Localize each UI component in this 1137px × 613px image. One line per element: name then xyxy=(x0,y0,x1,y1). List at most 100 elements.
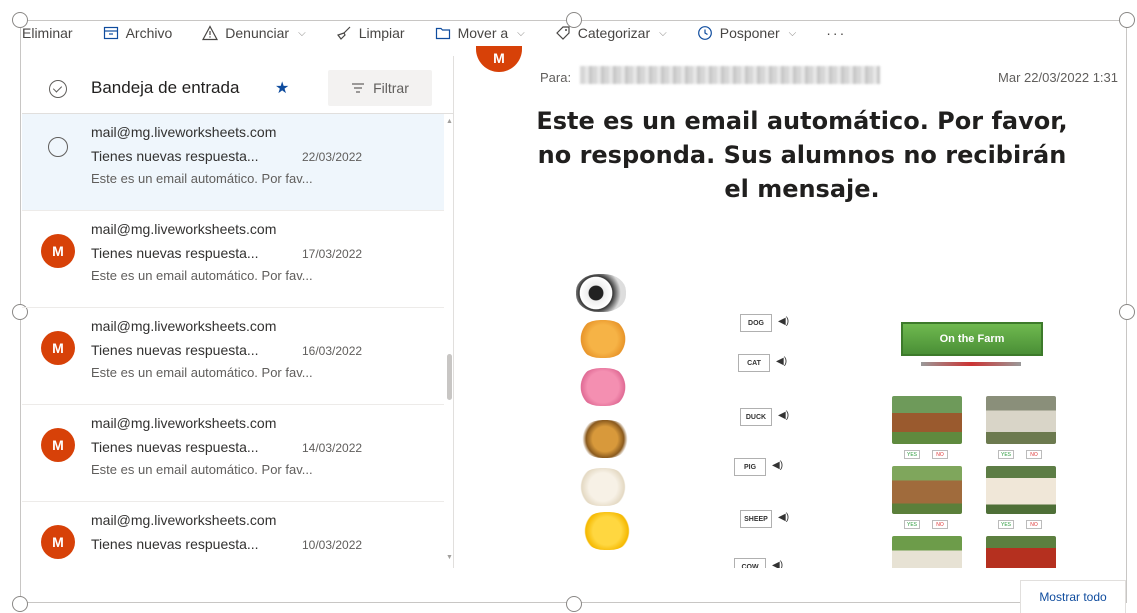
word-box[interactable]: CAT xyxy=(738,354,770,372)
mail-preview: Este es un email automático. Por fav... xyxy=(91,268,313,283)
cow-picture xyxy=(576,274,626,312)
clock-icon xyxy=(697,26,712,40)
mail-subject: Tienes nuevas respuesta... xyxy=(91,342,259,358)
speaker-icon[interactable]: ◀) xyxy=(778,316,789,327)
avatar: M xyxy=(41,428,75,462)
message-date: Mar 22/03/2022 1:31 xyxy=(998,70,1118,85)
hen-photo xyxy=(986,536,1056,568)
avatar: M xyxy=(41,234,75,268)
move-to-button[interactable]: Mover a ⌵ xyxy=(435,25,525,41)
favorite-star-icon[interactable]: ★ xyxy=(275,78,289,98)
word-box[interactable]: DUCK xyxy=(740,408,772,426)
mail-item[interactable]: M mail@mg.liveworksheets.com Tienes nuev… xyxy=(22,211,444,308)
scroll-down-icon[interactable]: ▼ xyxy=(446,554,453,561)
duck-picture xyxy=(582,512,632,550)
no-option[interactable]: NO xyxy=(1026,520,1042,529)
cow-photo xyxy=(892,396,962,444)
mail-sender: mail@mg.liveworksheets.com xyxy=(91,221,277,237)
toolbar-label: Eliminar xyxy=(22,25,73,41)
folder-title: Bandeja de entrada xyxy=(91,78,240,97)
word-box[interactable]: SHEEP xyxy=(740,510,772,528)
delete-button[interactable]: Eliminar xyxy=(22,25,73,41)
message-list-pane: Bandeja de entrada ★ Filtrar mail@mg.liv… xyxy=(22,56,454,568)
mail-subject: Tienes nuevas respuesta... xyxy=(91,536,259,552)
no-option[interactable]: NO xyxy=(1026,450,1042,459)
more-icon: ··· xyxy=(826,25,847,41)
resize-handle[interactable] xyxy=(566,596,582,612)
word-box[interactable]: PIG xyxy=(734,458,766,476)
recipient-label: Para: xyxy=(540,70,572,85)
mail-date: 16/03/2022 xyxy=(302,344,363,358)
mail-sender: mail@mg.liveworksheets.com xyxy=(91,415,277,431)
chevron-down-icon: ⌵ xyxy=(659,27,667,39)
avatar: M xyxy=(41,331,75,365)
cat-photo xyxy=(986,466,1056,514)
speaker-icon[interactable]: ◀) xyxy=(772,460,783,471)
pig-picture xyxy=(578,368,628,406)
no-option[interactable]: NO xyxy=(932,520,948,529)
mail-date: 14/03/2022 xyxy=(302,441,363,455)
mail-preview: Este es un email automático. Por fav... xyxy=(91,171,313,186)
broom-icon xyxy=(336,26,351,40)
select-circle-icon[interactable] xyxy=(48,137,68,157)
toolbar-label: Limpiar xyxy=(358,25,405,41)
mail-item[interactable]: M mail@mg.liveworksheets.com Tienes nuev… xyxy=(22,405,444,502)
mail-sender: mail@mg.liveworksheets.com xyxy=(91,318,277,334)
toolbar-label: Denunciar xyxy=(225,25,290,41)
chevron-down-icon: ⌵ xyxy=(298,27,306,39)
mail-item[interactable]: mail@mg.liveworksheets.com Tienes nuevas… xyxy=(22,114,444,211)
yes-option[interactable]: YES xyxy=(998,450,1014,459)
categorize-button[interactable]: Categorizar ⌵ xyxy=(555,25,667,41)
sheep-picture xyxy=(578,468,628,506)
word-box[interactable]: DOG xyxy=(740,314,772,332)
sheep-photo xyxy=(892,536,962,568)
toolbar-label: Categorizar xyxy=(577,25,651,41)
message-headline: Este es un email automático. Por favor, … xyxy=(536,107,1068,203)
filter-button[interactable]: Filtrar xyxy=(328,70,432,106)
banner-subtitle xyxy=(921,362,1021,366)
scroll-up-icon[interactable]: ▲ xyxy=(446,118,453,125)
mail-preview: Este es un email automático. Por fav... xyxy=(91,365,313,380)
message-list-scrollbar[interactable]: ▲ ▼ xyxy=(446,114,454,568)
toolbar-label: Posponer xyxy=(719,25,780,41)
word-box[interactable]: COW xyxy=(734,558,766,568)
horse-photo xyxy=(892,466,962,514)
no-option[interactable]: NO xyxy=(932,450,948,459)
chevron-down-icon: ⌵ xyxy=(517,27,525,39)
resize-handle[interactable] xyxy=(12,596,28,612)
mail-item[interactable]: M mail@mg.liveworksheets.com Tienes nuev… xyxy=(22,502,444,568)
archive-icon xyxy=(103,26,118,40)
avatar: M xyxy=(41,525,75,559)
worksheet-banner: On the Farm xyxy=(901,322,1043,356)
warning-icon xyxy=(202,25,219,41)
more-options-button[interactable]: ··· xyxy=(826,25,846,41)
speaker-icon[interactable]: ◀) xyxy=(772,560,783,568)
yes-option[interactable]: YES xyxy=(904,450,920,459)
archive-button[interactable]: Archivo xyxy=(103,25,172,41)
show-all-button[interactable]: Mostrar todo xyxy=(1020,580,1126,613)
mail-date: 17/03/2022 xyxy=(302,247,363,261)
speaker-icon[interactable]: ◀) xyxy=(776,356,787,367)
mail-date: 10/03/2022 xyxy=(302,538,363,552)
goat-photo xyxy=(986,396,1056,444)
snooze-button[interactable]: Posponer ⌵ xyxy=(697,25,796,41)
dog-picture xyxy=(580,420,630,458)
mail-date: 22/03/2022 xyxy=(302,150,363,164)
speaker-icon[interactable]: ◀) xyxy=(778,512,789,523)
mail-sender: mail@mg.liveworksheets.com xyxy=(91,124,277,140)
scroll-thumb[interactable] xyxy=(447,354,452,400)
select-all-icon[interactable] xyxy=(49,80,67,98)
sweep-button[interactable]: Limpiar xyxy=(336,25,405,41)
cat-picture xyxy=(578,320,628,358)
tag-icon xyxy=(555,26,570,40)
worksheet-image: DOG ◀) CAT ◀) DUCK ◀) PIG ◀) SHEEP ◀) CO… xyxy=(576,262,1056,568)
speaker-icon[interactable]: ◀) xyxy=(778,410,789,421)
mail-sender: mail@mg.liveworksheets.com xyxy=(91,512,277,528)
mail-list: mail@mg.liveworksheets.com Tienes nuevas… xyxy=(22,114,444,568)
yes-option[interactable]: YES xyxy=(998,520,1014,529)
toolbar-label: Mover a xyxy=(457,25,509,41)
yes-option[interactable]: YES xyxy=(904,520,920,529)
report-button[interactable]: Denunciar ⌵ xyxy=(202,25,306,41)
mail-item[interactable]: M mail@mg.liveworksheets.com Tienes nuev… xyxy=(22,308,444,405)
mail-subject: Tienes nuevas respuesta... xyxy=(91,245,259,261)
